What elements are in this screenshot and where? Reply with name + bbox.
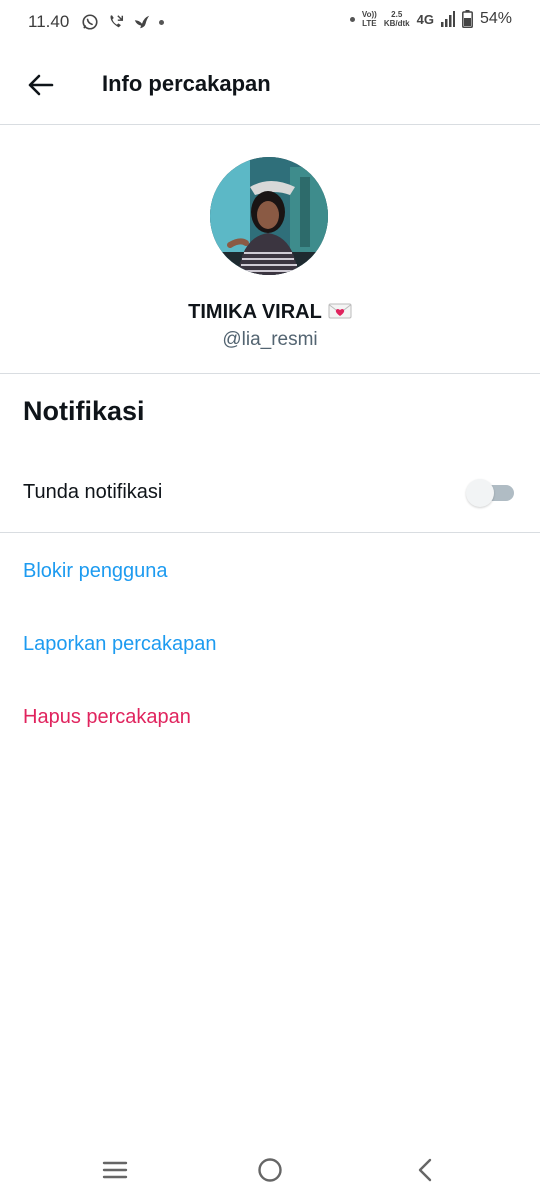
- speed-unit: KB/dtk: [383, 19, 410, 28]
- status-time: 11.40: [28, 12, 70, 31]
- block-user-button[interactable]: Blokir pengguna: [23, 560, 168, 583]
- system-back-button[interactable]: [405, 1154, 445, 1186]
- snooze-notifications-toggle[interactable]: [466, 479, 514, 507]
- battery-percent: 54%: [479, 10, 512, 27]
- arrow-left-icon: [28, 74, 54, 96]
- toggle-knob: [466, 479, 494, 507]
- menu-icon: [102, 1161, 128, 1179]
- dot-icon: [349, 16, 355, 22]
- signal-icon: [440, 11, 455, 27]
- volte-bottom: LTE: [362, 19, 377, 28]
- network-type: 4G: [416, 11, 434, 27]
- missed-call-icon: [110, 15, 124, 28]
- display-name: TIMIKA VIRAL: [188, 301, 322, 323]
- status-right: Vo)) LTE 2.5 KB/dtk 4G 54%: [349, 10, 512, 28]
- page-title: Info percakapan: [102, 71, 271, 96]
- home-button[interactable]: [250, 1154, 290, 1186]
- bird-icon: [135, 15, 150, 29]
- system-nav-bar: [0, 1140, 540, 1200]
- snooze-notifications-row[interactable]: Tunda notifikasi: [0, 456, 540, 533]
- whatsapp-icon: [82, 14, 98, 30]
- status-bar: 11.40 Vo)) LTE 2.5 KB/dtk 4G 54%: [0, 0, 540, 46]
- snooze-notifications-label: Tunda notifikasi: [23, 481, 163, 503]
- volte-top: Vo)): [361, 10, 377, 19]
- notifications-heading: Notifikasi: [23, 396, 145, 426]
- avatar[interactable]: [210, 157, 328, 275]
- profile-section: TIMIKA VIRAL @lia_resmi: [0, 125, 540, 374]
- speed-indicator: 2.5 KB/dtk: [384, 10, 410, 28]
- recent-apps-button[interactable]: [95, 1154, 135, 1186]
- display-name-row: TIMIKA VIRAL: [0, 301, 540, 324]
- home-circle-icon: [258, 1158, 282, 1182]
- avatar-photo: [210, 157, 328, 275]
- app-bar: Info percakapan: [0, 46, 540, 125]
- back-chevron-icon: [418, 1158, 432, 1182]
- status-left: 11.40: [28, 12, 165, 32]
- battery-icon: [462, 10, 473, 28]
- delete-conversation-button[interactable]: Hapus percakapan: [23, 706, 191, 729]
- dot-icon: [159, 19, 165, 25]
- user-handle: @lia_resmi: [222, 329, 318, 350]
- report-conversation-button[interactable]: Laporkan percakapan: [23, 633, 216, 656]
- envelope-heart-icon: [328, 303, 352, 319]
- back-button[interactable]: [20, 68, 60, 102]
- speed-value: 2.5: [391, 10, 403, 19]
- volte-indicator: Vo)) LTE: [362, 10, 377, 28]
